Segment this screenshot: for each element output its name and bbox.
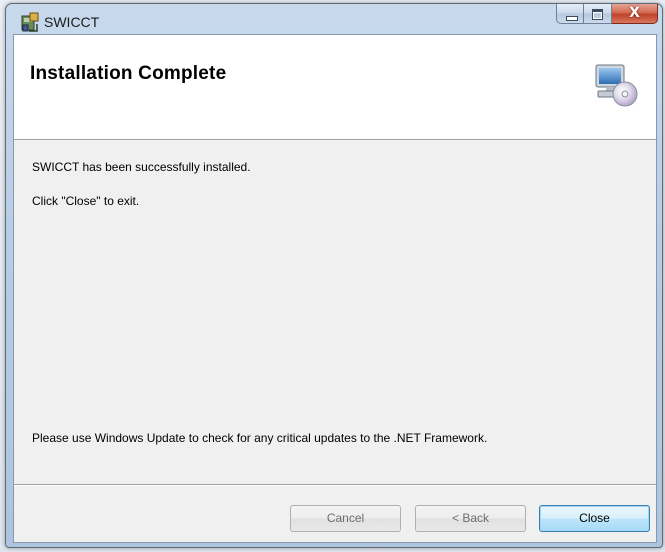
page-title: Installation Complete — [30, 63, 227, 84]
caption-buttons: X — [556, 4, 658, 26]
cancel-button[interactable]: Cancel — [290, 505, 401, 532]
close-button[interactable]: Close — [539, 505, 650, 532]
installer-window: SWICCT X Installation Complete SWICCT ha… — [5, 3, 663, 548]
dialog-client-area: Installation Complete SWICCT has been su… — [13, 34, 657, 543]
close-icon: X — [629, 5, 640, 21]
minimize-icon — [566, 16, 578, 21]
footer-divider — [14, 484, 656, 486]
window-close-button[interactable]: X — [612, 4, 658, 24]
back-button[interactable]: < Back — [415, 505, 526, 532]
maximize-icon — [592, 9, 603, 20]
header-banner: Installation Complete — [14, 35, 656, 140]
minimize-button[interactable] — [556, 4, 584, 24]
windows-update-note: Please use Windows Update to check for a… — [32, 431, 488, 445]
success-message: SWICCT has been successfully installed. — [32, 160, 251, 174]
window-title: SWICCT — [44, 14, 100, 30]
installer-app-icon — [20, 12, 40, 34]
computer-disc-icon — [594, 63, 638, 107]
maximize-button[interactable] — [584, 4, 612, 24]
close-instruction: Click "Close" to exit. — [32, 194, 140, 208]
